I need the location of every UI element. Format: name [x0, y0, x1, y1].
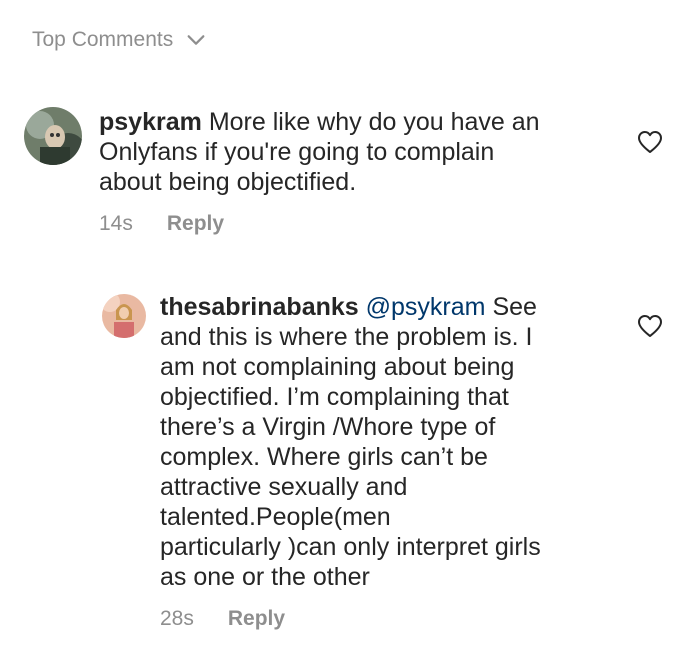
- comment-meta: 14s Reply: [99, 212, 224, 236]
- reply-button[interactable]: Reply: [228, 607, 285, 631]
- comment-text-line: particularly )can only interpret girls: [160, 533, 541, 561]
- sort-comments-dropdown[interactable]: Top Comments: [32, 28, 207, 52]
- comment-username[interactable]: psykram: [99, 108, 202, 136]
- avatar[interactable]: [24, 107, 82, 165]
- chevron-down-icon: [187, 35, 205, 45]
- comment-username[interactable]: thesabrinabanks: [160, 293, 359, 321]
- comment-text-line: am not complaining about being: [160, 353, 515, 381]
- comment-timestamp: 28s: [160, 607, 194, 630]
- heart-outline-icon[interactable]: [637, 130, 663, 154]
- sort-label: Top Comments: [32, 28, 174, 51]
- reply-button[interactable]: Reply: [167, 212, 224, 236]
- mention-link[interactable]: @psykram: [366, 293, 486, 321]
- comment-text-line: there’s a Virgin /Whore type of: [160, 413, 496, 441]
- comment-text-line: and this is where the problem is. I: [160, 323, 533, 351]
- avatar[interactable]: [102, 294, 146, 338]
- heart-outline-icon[interactable]: [637, 314, 663, 338]
- comment-text-line: More like why do you have an: [208, 108, 540, 136]
- comment-text-line: See: [492, 293, 537, 321]
- comment-text-line: objectified. I’m complaining that: [160, 383, 509, 411]
- comment-body: thesabrinabanks @psykram See and this is…: [160, 292, 541, 592]
- comment-text-line: talented.People(men: [160, 503, 391, 531]
- comment-text-line: about being objectified.: [99, 168, 357, 196]
- comment-body: psykram More like why do you have an Onl…: [99, 107, 540, 197]
- comment-text-line: as one or the other: [160, 563, 370, 591]
- comment-text-line: complex. Where girls can’t be: [160, 443, 488, 471]
- comment-text-line: Onlyfans if you're going to complain: [99, 138, 495, 166]
- comment-timestamp: 14s: [99, 212, 133, 235]
- comment-meta: 28s Reply: [160, 607, 285, 631]
- comment-text-line: attractive sexually and: [160, 473, 408, 501]
